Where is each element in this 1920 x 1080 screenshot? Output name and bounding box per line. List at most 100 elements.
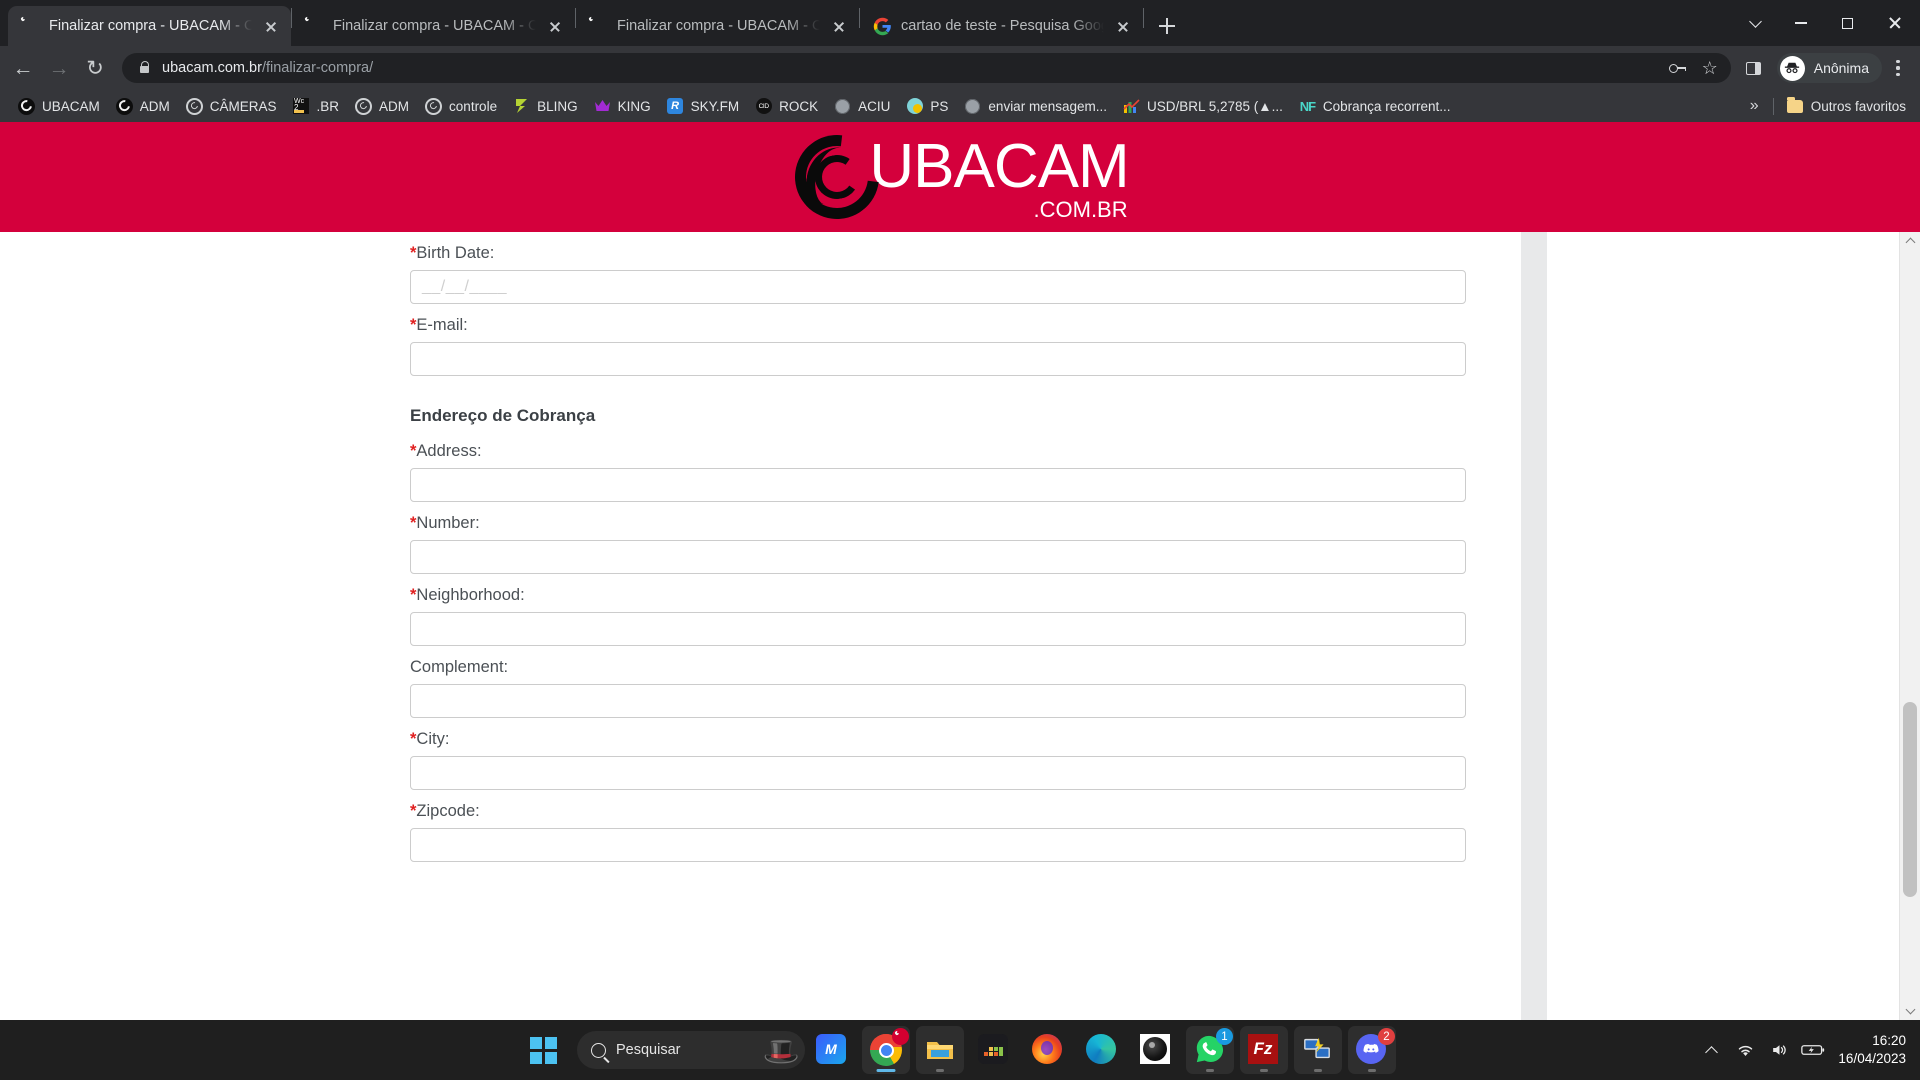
taskbar-search-input[interactable]: Pesquisar 🎩 — [577, 1031, 805, 1069]
bookmark-cobranca-recorrente[interactable]: NF Cobrança recorrent... — [1291, 94, 1459, 119]
bookmark-bling[interactable]: BLING — [505, 94, 586, 119]
lock-icon — [136, 61, 152, 73]
address-bar[interactable]: ubacam.com.br/finalizar-compra/ ☆ — [122, 53, 1731, 83]
minimize-button[interactable] — [1778, 0, 1824, 46]
ubacam-logo[interactable]: UBACAM .COM.BR — [778, 122, 1130, 236]
taskbar-clock[interactable]: 16:20 16/04/2023 — [1838, 1032, 1906, 1068]
volume-icon[interactable] — [1762, 1028, 1796, 1072]
show-hidden-icons-button[interactable] — [1694, 1028, 1728, 1072]
input-city[interactable] — [410, 756, 1466, 790]
taskbar-app-mozilla-firefox[interactable] — [1024, 1026, 1072, 1074]
taskbar-app-microsoft-edge[interactable] — [1078, 1026, 1126, 1074]
scrollbar-thumb[interactable] — [1903, 702, 1917, 897]
ubacam-logo-text: UBACAM .COM.BR — [869, 135, 1129, 223]
close-icon[interactable] — [829, 16, 849, 36]
edge-icon — [1086, 1034, 1118, 1066]
taskbar-app-remote-desktop[interactable] — [1294, 1026, 1342, 1074]
browser-tab-3[interactable]: Finalizar compra - UBACAM - CÂ — [576, 6, 859, 46]
bookmarks-overflow-button[interactable]: » — [1741, 97, 1768, 115]
password-key-icon[interactable] — [1663, 53, 1693, 83]
maximize-button[interactable] — [1824, 0, 1870, 46]
input-zipcode[interactable] — [410, 828, 1466, 862]
taskbar-app-whatsapp[interactable]: 1 — [1186, 1026, 1234, 1074]
bookmark-ubacam[interactable]: UBACAM — [10, 94, 108, 119]
wc2-favicon: Wc 2 — [293, 98, 310, 115]
input-number[interactable] — [410, 540, 1466, 574]
taskbar-app-file-explorer[interactable] — [916, 1026, 964, 1074]
windows-taskbar: Pesquisar 🎩 M 1 Fz 2 16:20 16/04/2023 — [0, 1020, 1920, 1080]
browser-tab-4[interactable]: cartao de teste - Pesquisa Google — [860, 6, 1143, 46]
close-icon[interactable] — [545, 16, 565, 36]
bookmark-star-icon[interactable]: ☆ — [1695, 53, 1725, 83]
label-birth-date: *Birth Date: — [410, 232, 1466, 270]
input-address[interactable] — [410, 468, 1466, 502]
field-city: *City: — [410, 718, 1466, 790]
forward-button[interactable]: → — [42, 51, 76, 85]
field-complement: Complement: — [410, 646, 1466, 718]
taskbar-app-camera-viewer[interactable] — [1132, 1026, 1180, 1074]
bookmark-king[interactable]: KING — [586, 94, 659, 119]
bookmark-label: PS — [930, 98, 949, 114]
taskbar-app-discord[interactable]: 2 — [1348, 1026, 1396, 1074]
reload-button[interactable]: ↻ — [78, 51, 112, 85]
remote-desktop-icon — [1302, 1034, 1334, 1066]
taskbar-app-filezilla[interactable]: Fz — [1240, 1026, 1288, 1074]
bookmark-usd-brl[interactable]: USD/BRL 5,2785 (▲... — [1115, 94, 1291, 119]
field-number: *Number: — [410, 502, 1466, 574]
bookmark-aciu[interactable]: ACIU — [826, 94, 898, 119]
url-path: /finalizar-compra/ — [261, 60, 374, 76]
taskbar-app-monad[interactable]: M — [808, 1026, 856, 1074]
field-birth-date: *Birth Date: __/__/____ — [410, 232, 1466, 304]
label-complement: Complement: — [410, 646, 1466, 684]
input-birth-date[interactable]: __/__/____ — [410, 270, 1466, 304]
input-neighborhood[interactable] — [410, 612, 1466, 646]
bookmark-adm-1[interactable]: ADM — [108, 94, 178, 119]
ubacam-favicon — [18, 97, 35, 115]
chevron-down-icon[interactable] — [1732, 0, 1778, 46]
taskbar-app-google-chrome[interactable] — [862, 1026, 910, 1074]
start-button[interactable] — [521, 1028, 565, 1072]
close-icon[interactable] — [261, 16, 281, 36]
browser-tab-1[interactable]: Finalizar compra - UBACAM - CÂ — [8, 6, 291, 46]
input-email[interactable] — [410, 342, 1466, 376]
input-complement[interactable] — [410, 684, 1466, 718]
bookmark-ps[interactable]: PS — [898, 94, 956, 119]
scroll-up-icon[interactable] — [1900, 232, 1920, 250]
url-domain: ubacam.com.br — [162, 60, 262, 76]
battery-charging-icon[interactable] — [1796, 1028, 1830, 1072]
side-panel-icon[interactable] — [1739, 53, 1769, 83]
chrome-menu-button[interactable] — [1884, 53, 1912, 83]
page-scrollbar[interactable] — [1899, 232, 1920, 1020]
browser-tab-2[interactable]: Finalizar compra - UBACAM - CÂ — [292, 6, 575, 46]
close-icon[interactable] — [1113, 16, 1133, 36]
ps-favicon — [906, 98, 923, 115]
bookmark-adm-2[interactable]: ADM — [347, 94, 417, 119]
other-bookmarks-folder[interactable]: Outros favoritos — [1779, 94, 1914, 119]
dark-grid-icon — [978, 1034, 1010, 1066]
profile-label: Anônima — [1813, 60, 1869, 76]
scroll-down-icon[interactable] — [1900, 1002, 1920, 1020]
ubacam-outline-favicon — [425, 97, 443, 115]
bookmark-br[interactable]: Wc 2 .BR — [285, 94, 348, 119]
label-text: Address: — [416, 442, 482, 460]
bookmark-skyfm[interactable]: R SKY.FM — [659, 94, 748, 119]
left-gutter — [0, 232, 355, 1020]
close-window-button[interactable] — [1870, 0, 1920, 46]
ubacam-favicon — [115, 97, 133, 115]
label-email: *E-mail: — [410, 304, 1466, 342]
bookmark-controle[interactable]: controle — [417, 94, 505, 119]
incognito-profile-button[interactable]: Anônima — [1776, 53, 1882, 83]
bookmark-rock[interactable]: CID ROCK — [747, 94, 826, 119]
new-tab-button[interactable] — [1150, 9, 1184, 43]
bookmark-cameras[interactable]: CÂMERAS — [178, 94, 285, 119]
bookmark-label: BLING — [537, 98, 578, 114]
label-text: Birth Date: — [416, 244, 495, 262]
label-address: *Address: — [410, 430, 1466, 468]
wifi-icon[interactable] — [1728, 1028, 1762, 1072]
back-button[interactable]: ← — [6, 51, 40, 85]
bookmark-enviar-mensagem[interactable]: enviar mensagem... — [956, 94, 1115, 119]
taskbar-app-dark-grid[interactable] — [970, 1026, 1018, 1074]
field-neighborhood: *Neighborhood: — [410, 574, 1466, 646]
running-indicator — [1368, 1069, 1376, 1072]
label-text: Number: — [416, 514, 480, 532]
